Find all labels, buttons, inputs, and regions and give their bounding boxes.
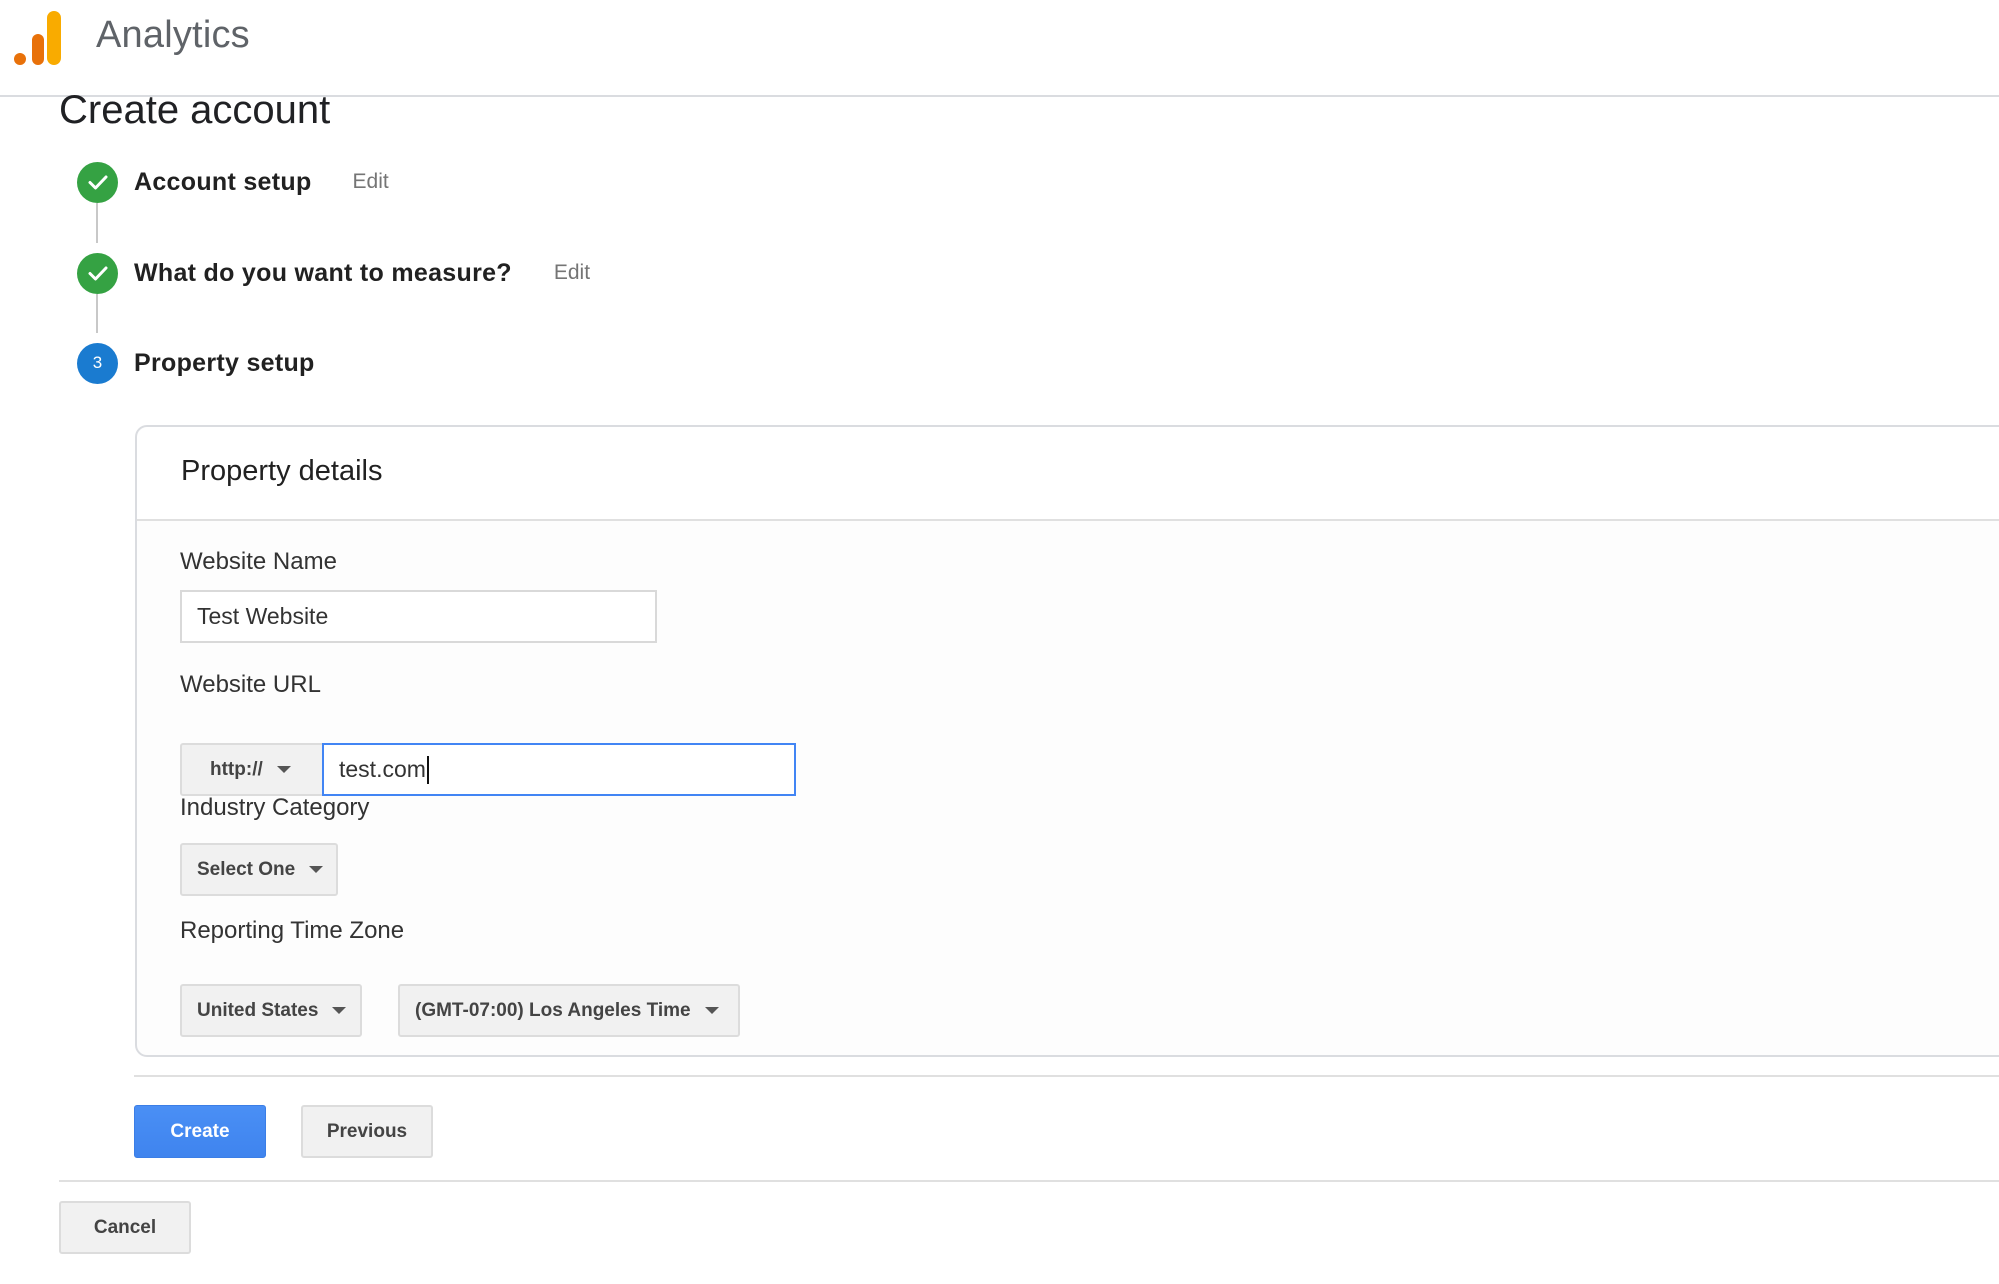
text-caret <box>426 755 429 784</box>
property-details-card: Property details <box>135 425 1999 1057</box>
logo-dot <box>14 53 26 65</box>
time-zone-country-dropdown[interactable]: United States <box>180 984 362 1037</box>
logo-bar-tall <box>47 11 61 65</box>
website-name-value: Test Website <box>197 603 329 629</box>
step-connector <box>96 294 98 333</box>
check-icon <box>88 175 107 190</box>
website-url-input[interactable]: test.com <box>322 743 796 796</box>
step-complete-badge <box>77 161 118 203</box>
step-measure: What do you want to measure? Edit <box>77 252 590 294</box>
step-complete-badge <box>77 252 118 294</box>
card-title: Property details <box>181 455 383 487</box>
industry-category-dropdown[interactable]: Select One <box>180 843 338 896</box>
website-name-label: Website Name <box>180 548 337 575</box>
step-account-setup: Account setup Edit <box>77 161 389 203</box>
analytics-logo-icon[interactable] <box>12 10 64 66</box>
cancel-button[interactable]: Cancel <box>59 1201 191 1254</box>
step-label: Property setup <box>134 348 315 377</box>
page-title: Create account <box>59 88 331 132</box>
app-name[interactable]: Analytics <box>96 14 250 57</box>
industry-category-value: Select One <box>197 858 296 880</box>
step-label: What do you want to measure? <box>134 258 512 287</box>
footer-divider <box>59 1180 1999 1182</box>
time-zone-label: Reporting Time Zone <box>180 917 405 944</box>
check-icon <box>88 266 107 281</box>
create-button[interactable]: Create <box>134 1105 266 1158</box>
protocol-dropdown[interactable]: http:// <box>180 743 325 796</box>
actions-divider <box>134 1075 1999 1077</box>
step-label: Account setup <box>134 167 312 196</box>
website-url-label: Website URL <box>180 671 321 698</box>
industry-category-label: Industry Category <box>180 794 370 821</box>
time-zone-country-value: United States <box>197 999 319 1021</box>
chevron-down-icon <box>276 766 291 773</box>
step-connector <box>96 203 98 243</box>
time-zone-value: (GMT-07:00) Los Angeles Time <box>415 999 691 1021</box>
chevron-down-icon <box>704 1007 719 1014</box>
card-header: Property details <box>137 427 1999 521</box>
chevron-down-icon <box>309 866 324 873</box>
chevron-down-icon <box>332 1007 347 1014</box>
logo-bar-mid <box>32 34 44 65</box>
time-zone-dropdown[interactable]: (GMT-07:00) Los Angeles Time <box>398 984 740 1037</box>
step-number-badge: 3 <box>77 342 118 384</box>
website-name-input[interactable]: Test Website <box>180 590 657 643</box>
previous-button[interactable]: Previous <box>301 1105 433 1158</box>
edit-measure-link[interactable]: Edit <box>554 261 590 285</box>
edit-account-setup-link[interactable]: Edit <box>353 170 389 194</box>
step-property-setup: 3 Property setup <box>77 342 315 384</box>
website-url-value: test.com <box>339 756 426 782</box>
protocol-value: http:// <box>210 758 263 780</box>
app-header: Analytics <box>0 0 1999 97</box>
